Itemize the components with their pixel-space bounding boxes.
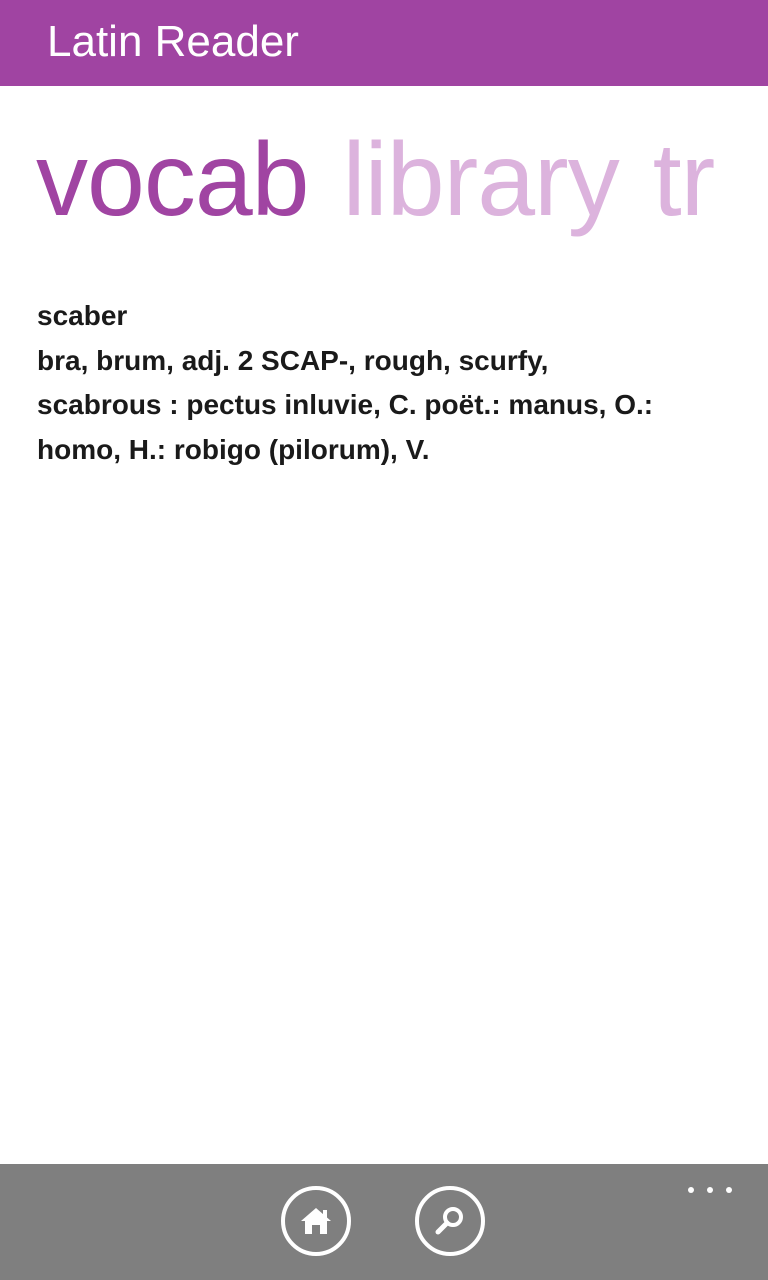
pivot-header: vocab library tr: [36, 118, 768, 248]
home-icon: [301, 1208, 331, 1234]
dot: [707, 1187, 713, 1193]
more-ellipsis-icon[interactable]: [688, 1180, 732, 1200]
search-button[interactable]: [415, 1186, 485, 1256]
home-button[interactable]: [281, 1186, 351, 1256]
app-title: Latin Reader: [47, 17, 299, 66]
pivot-item-translate[interactable]: tr: [653, 118, 716, 242]
vocab-entry: scaber bra, brum, adj. 2 SCAP-, rough, s…: [37, 294, 737, 472]
dot: [688, 1187, 694, 1193]
entry-headword: scaber: [37, 300, 128, 331]
entry-definition-line: homo, H.: robigo (pilorum), V.: [37, 433, 430, 465]
app-root: Latin Reader vocab library tr scaber bra, …: [0, 0, 768, 1280]
title-bar: Latin Reader: [0, 0, 768, 86]
search-icon: [435, 1207, 463, 1235]
dot: [726, 1187, 732, 1193]
app-bar: [0, 1164, 768, 1280]
pivot-item-library[interactable]: library: [343, 118, 620, 242]
pivot-item-vocab[interactable]: vocab: [36, 118, 310, 242]
entry-definition-line: bra, brum, adj. 2 SCAP-, rough, scurfy,: [37, 344, 549, 376]
entry-definition-line: scabrous : pectus inluvie, C. poët.: man…: [37, 389, 654, 420]
